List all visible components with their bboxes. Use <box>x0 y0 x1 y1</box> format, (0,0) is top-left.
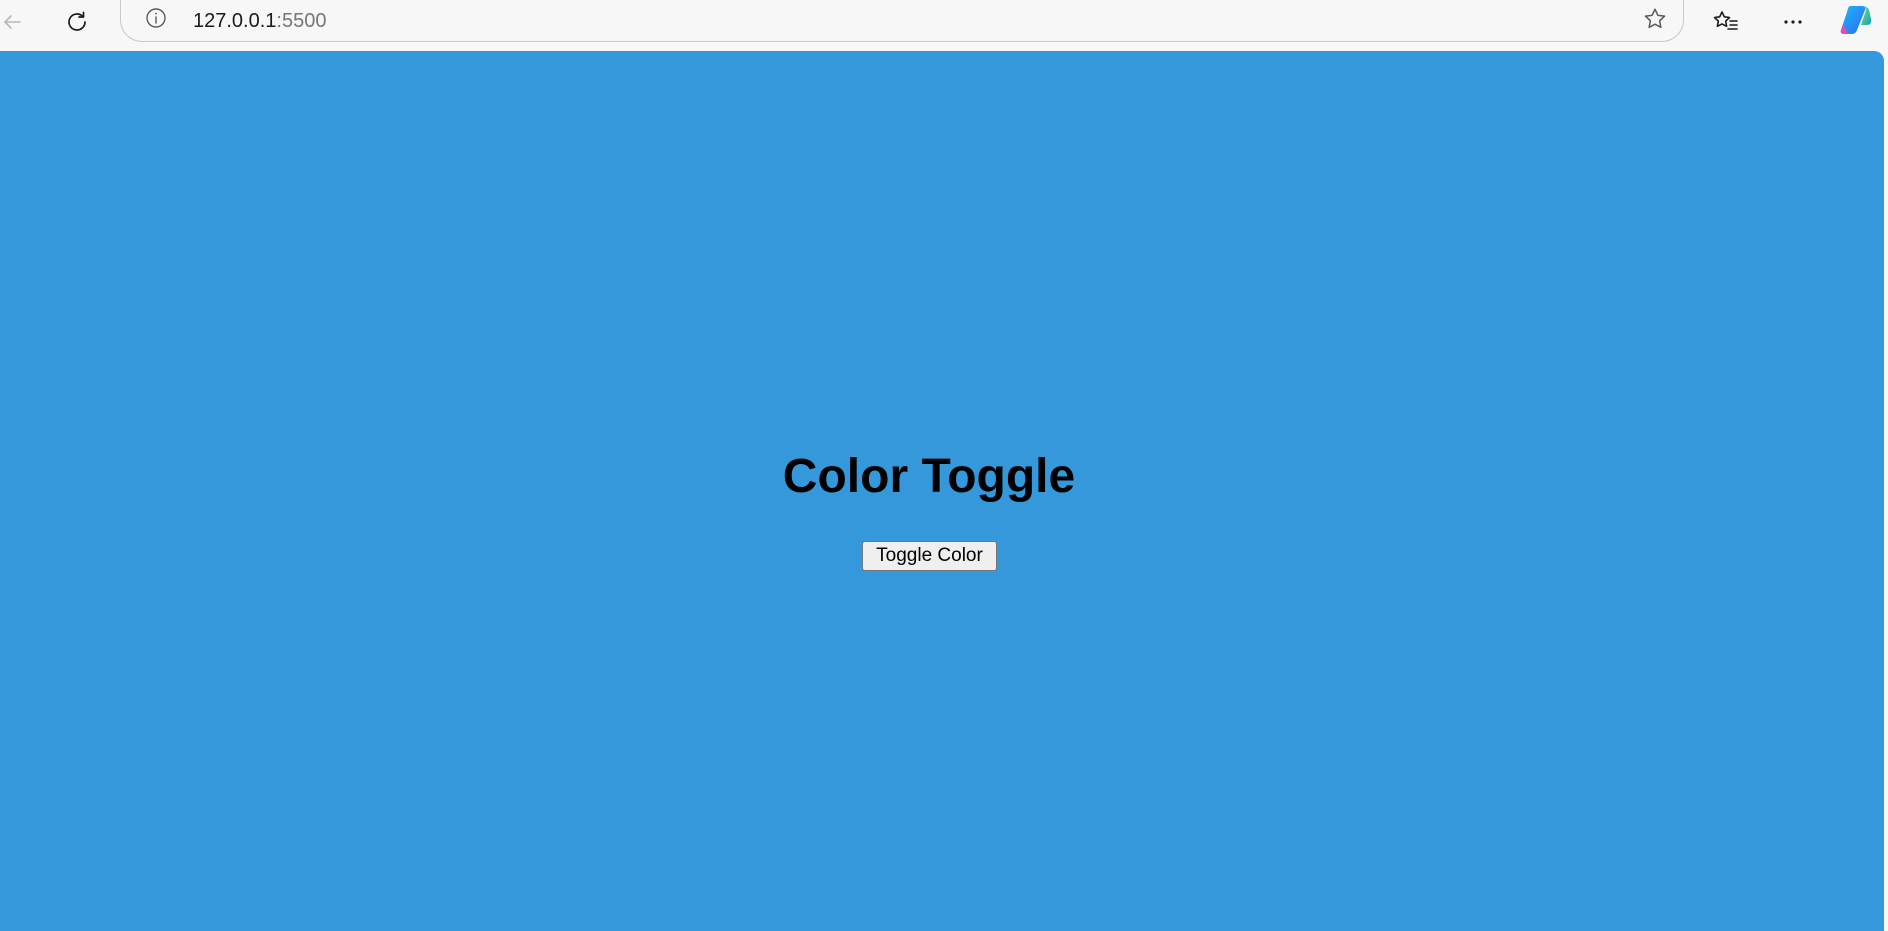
more-icon <box>1781 10 1805 34</box>
toggle-color-button[interactable]: Toggle Color <box>862 541 997 571</box>
favorites-button[interactable] <box>1706 4 1746 40</box>
page-heading: Color Toggle <box>782 450 1076 503</box>
info-icon <box>145 7 167 34</box>
reload-button[interactable] <box>57 4 97 40</box>
copilot-button[interactable] <box>1836 3 1876 41</box>
copilot-icon <box>1838 3 1874 42</box>
browser-window: 127.0.0.1:5500 Color Toggle Toggle Color <box>0 0 1888 931</box>
page-content: Color Toggle Toggle Color <box>0 51 1884 931</box>
browser-toolbar: 127.0.0.1:5500 <box>0 0 1888 51</box>
favorites-icon <box>1712 9 1740 35</box>
address-bar[interactable]: 127.0.0.1:5500 <box>120 0 1684 42</box>
url-port: :5500 <box>276 10 327 32</box>
back-arrow-icon <box>1 11 23 33</box>
back-button[interactable] <box>0 4 32 40</box>
more-button[interactable] <box>1773 4 1813 40</box>
url-host: 127.0.0.1 <box>193 10 277 32</box>
site-info-button[interactable] <box>144 7 168 34</box>
star-icon <box>1642 6 1668 37</box>
reload-icon <box>65 10 89 34</box>
url-text[interactable]: 127.0.0.1:5500 <box>193 10 326 32</box>
add-favorite-button[interactable] <box>1641 7 1669 35</box>
